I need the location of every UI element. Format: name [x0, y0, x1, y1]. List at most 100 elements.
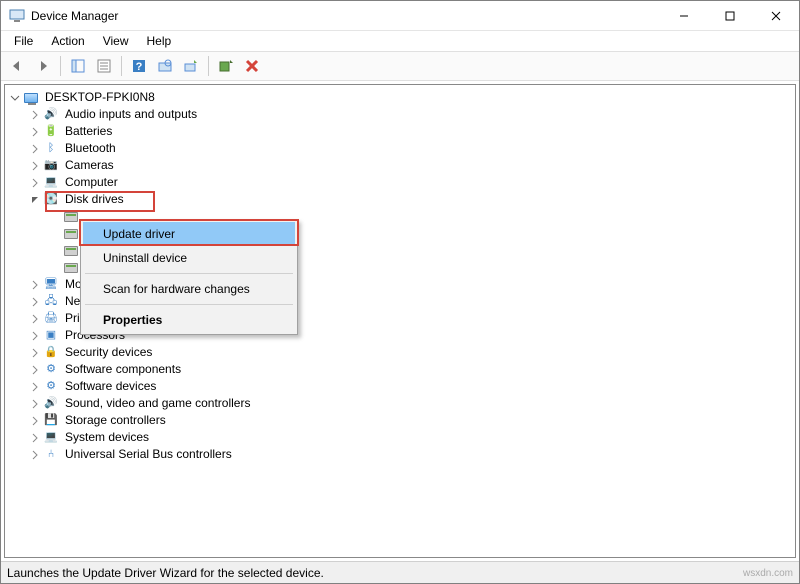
category-icon: ▣ — [43, 328, 59, 344]
menu-file[interactable]: File — [5, 33, 42, 49]
category-icon: ⚙ — [43, 379, 59, 395]
category-icon: ⚙ — [43, 362, 59, 378]
menu-action[interactable]: Action — [42, 33, 93, 49]
tree-category[interactable]: 🔊Audio inputs and outputs — [5, 106, 795, 123]
disk-icon — [63, 243, 79, 259]
status-text: Launches the Update Driver Wizard for th… — [7, 566, 324, 580]
category-label: Software components — [63, 361, 183, 378]
category-icon: 💾 — [43, 413, 59, 429]
tree-category[interactable]: 🔊Sound, video and game controllers — [5, 395, 795, 412]
expand-icon[interactable] — [29, 143, 41, 155]
expand-icon[interactable] — [29, 194, 41, 206]
tree-category[interactable]: 💽Disk drives — [5, 191, 795, 208]
tree-category[interactable]: 💻System devices — [5, 429, 795, 446]
tree-category[interactable]: ⚙Software devices — [5, 378, 795, 395]
toolbar: ? — [1, 51, 799, 81]
tree-category[interactable]: ⚙Software components — [5, 361, 795, 378]
disk-icon — [63, 209, 79, 225]
svg-text:?: ? — [136, 61, 143, 73]
tree-category[interactable]: ᛒBluetooth — [5, 140, 795, 157]
tree-category[interactable]: 💻Computer — [5, 174, 795, 191]
context-menu-item[interactable]: Scan for hardware changes — [83, 277, 295, 301]
expand-icon[interactable] — [29, 296, 41, 308]
category-label: System devices — [63, 429, 151, 446]
expand-icon[interactable] — [29, 449, 41, 461]
category-label: Bluetooth — [63, 140, 118, 157]
menu-view[interactable]: View — [94, 33, 138, 49]
category-label: Storage controllers — [63, 412, 168, 429]
expand-icon[interactable] — [29, 313, 41, 325]
toolbar-sep — [60, 56, 61, 76]
category-label: Computer — [63, 174, 120, 191]
expand-icon[interactable] — [29, 109, 41, 121]
category-icon: 🖨 — [43, 311, 59, 327]
status-bar: Launches the Update Driver Wizard for th… — [1, 561, 799, 583]
expand-icon[interactable] — [29, 279, 41, 291]
back-button[interactable] — [5, 54, 29, 78]
category-icon: ᛒ — [43, 141, 59, 157]
category-icon: 📷 — [43, 158, 59, 174]
context-menu-item[interactable]: Uninstall device — [83, 246, 295, 270]
category-label: Disk drives — [63, 191, 126, 208]
tree-root-label: DESKTOP-FPKI0N8 — [43, 89, 157, 106]
category-icon: 💽 — [43, 192, 59, 208]
minimize-button[interactable] — [661, 1, 707, 31]
category-icon: ⑃ — [43, 447, 59, 463]
uninstall-button[interactable] — [240, 54, 264, 78]
forward-button[interactable] — [31, 54, 55, 78]
menu-separator — [85, 304, 293, 305]
close-button[interactable] — [753, 1, 799, 31]
computer-icon — [23, 90, 39, 106]
menu-bar: File Action View Help — [1, 31, 799, 51]
disk-icon — [63, 260, 79, 276]
expand-icon[interactable] — [29, 415, 41, 427]
expand-icon[interactable] — [29, 126, 41, 138]
maximize-button[interactable] — [707, 1, 753, 31]
update-driver-button[interactable] — [179, 54, 203, 78]
expand-icon[interactable] — [29, 381, 41, 393]
category-label: Batteries — [63, 123, 114, 140]
toolbar-sep — [121, 56, 122, 76]
category-label: Sound, video and game controllers — [63, 395, 252, 412]
scan-hardware-button[interactable] — [153, 54, 177, 78]
show-hide-tree-button[interactable] — [66, 54, 90, 78]
category-icon: 🔊 — [43, 396, 59, 412]
watermark: wsxdn.com — [743, 568, 793, 579]
category-icon: 💻 — [43, 430, 59, 446]
category-icon: 🔒 — [43, 345, 59, 361]
expand-icon[interactable] — [29, 398, 41, 410]
window-title: Device Manager — [31, 9, 661, 23]
context-menu-item[interactable]: Properties — [83, 308, 295, 332]
category-icon: 🔋 — [43, 124, 59, 140]
expand-icon[interactable] — [29, 330, 41, 342]
properties-button[interactable] — [92, 54, 116, 78]
menu-separator — [85, 273, 293, 274]
category-label: Audio inputs and outputs — [63, 106, 199, 123]
app-icon — [9, 8, 25, 24]
menu-help[interactable]: Help — [138, 33, 181, 49]
tree-category[interactable]: 🔒Security devices — [5, 344, 795, 361]
help-button[interactable]: ? — [127, 54, 151, 78]
device-manager-window: Device Manager File Action View Help ? D… — [0, 0, 800, 584]
tree-category[interactable]: ⑃Universal Serial Bus controllers — [5, 446, 795, 463]
expand-icon[interactable] — [29, 160, 41, 172]
toolbar-sep — [208, 56, 209, 76]
category-label: Cameras — [63, 157, 116, 174]
expand-icon[interactable] — [29, 177, 41, 189]
category-icon: 🖧 — [43, 294, 59, 310]
tree-root[interactable]: DESKTOP-FPKI0N8 — [5, 89, 795, 106]
enable-device-button[interactable] — [214, 54, 238, 78]
expand-icon[interactable] — [29, 347, 41, 359]
tree-category[interactable]: 💾Storage controllers — [5, 412, 795, 429]
expand-icon[interactable] — [29, 364, 41, 376]
expand-icon[interactable] — [9, 92, 21, 104]
context-menu-item[interactable]: Update driver — [83, 222, 295, 246]
tree-category[interactable]: 🔋Batteries — [5, 123, 795, 140]
tree-category[interactable]: 📷Cameras — [5, 157, 795, 174]
expand-icon[interactable] — [29, 432, 41, 444]
category-icon: 💻 — [43, 175, 59, 191]
category-icon: 🔊 — [43, 107, 59, 123]
context-menu: Update driverUninstall device Scan for ha… — [80, 219, 298, 335]
category-label: Software devices — [63, 378, 158, 395]
category-label: Security devices — [63, 344, 154, 361]
